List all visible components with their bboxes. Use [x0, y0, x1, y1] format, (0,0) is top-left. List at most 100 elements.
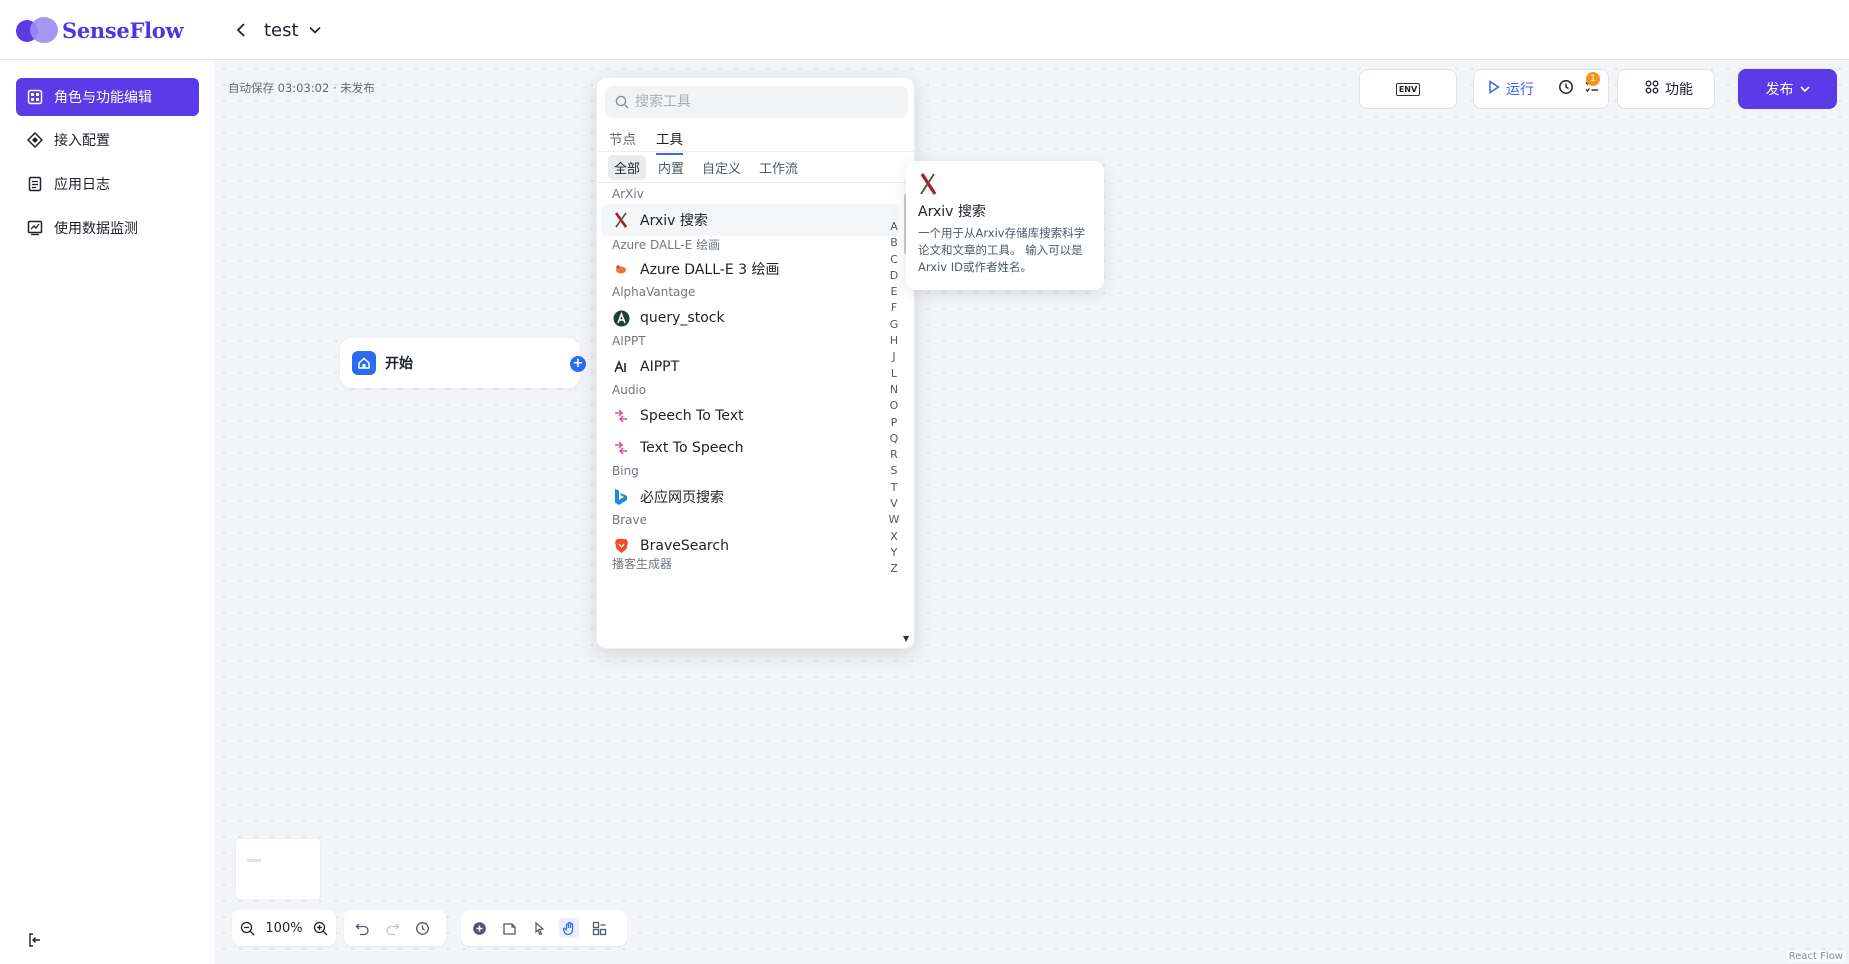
filter-builtin[interactable]: 内置: [652, 155, 690, 180]
group-label: ArXiv: [612, 187, 644, 201]
add-node-icon[interactable]: [469, 918, 489, 938]
chevron-down-icon[interactable]: [309, 18, 323, 42]
tool-item-query-stock[interactable]: query_stock: [601, 302, 899, 334]
publish-button[interactable]: 发布: [1738, 69, 1837, 109]
alphabet-letter[interactable]: Q: [888, 431, 900, 447]
alphabet-letter[interactable]: W: [888, 512, 900, 528]
scroll-down-arrow-icon[interactable]: ▼: [903, 634, 909, 643]
alphabet-letter[interactable]: S: [888, 463, 900, 479]
tool-item-arxiv[interactable]: Arxiv 搜索: [601, 204, 899, 236]
alphabet-letter[interactable]: B: [888, 235, 900, 251]
alphabet-letter[interactable]: N: [888, 382, 900, 398]
alphabet-letter[interactable]: Y: [888, 545, 900, 561]
top-header: SenseFlow test: [0, 0, 1849, 60]
left-sidebar: 角色与功能编辑 接入配置 应用日志 使用数据监测: [0, 61, 216, 964]
group-label: Bing: [612, 464, 639, 478]
apps-grid-icon: [1645, 80, 1659, 98]
tooltip-title: Arxiv 搜索: [918, 204, 986, 220]
filter-workflow[interactable]: 工作流: [753, 155, 804, 180]
tool-item-bing-search[interactable]: 必应网页搜索: [601, 481, 899, 513]
alphabet-letter[interactable]: O: [888, 398, 900, 414]
search-icon: [615, 95, 629, 109]
alphabet-letter[interactable]: L: [888, 366, 900, 382]
sidebar-item-role-editor[interactable]: 角色与功能编辑: [16, 78, 199, 116]
env-icon: ENV: [1395, 82, 1421, 96]
document-icon: [26, 175, 44, 193]
alphabet-letter[interactable]: G: [888, 317, 900, 333]
back-chevron-icon[interactable]: [236, 18, 250, 42]
logo-mark-icon: [16, 17, 58, 43]
filter-custom[interactable]: 自定义: [696, 155, 747, 180]
version-history-icon[interactable]: [412, 918, 432, 938]
zoom-level[interactable]: 100%: [265, 921, 302, 936]
arxiv-icon: [612, 211, 630, 229]
tool-item-text-to-speech[interactable]: Text To Speech: [601, 432, 899, 464]
chevron-down-icon: [1799, 85, 1810, 92]
alphabet-letter[interactable]: J: [888, 349, 900, 365]
alphabet-letter[interactable]: F: [888, 300, 900, 316]
auto-layout-icon[interactable]: [589, 918, 609, 938]
history-clock-icon[interactable]: [1558, 79, 1574, 99]
alphabet-letter[interactable]: H: [888, 333, 900, 349]
tool-item-aippt[interactable]: AIPPT: [601, 351, 899, 383]
add-node-button[interactable]: +: [570, 356, 586, 372]
tool-item-label: BraveSearch: [640, 538, 729, 554]
tool-item-azure-dalle[interactable]: Azure DALL-E 3 绘画: [601, 253, 899, 285]
tool-tooltip: Arxiv 搜索 一个用于从Arxiv存储库搜索科学论文和文章的工具。 输入可以…: [906, 161, 1104, 290]
react-flow-attribution[interactable]: React Flow: [1786, 951, 1845, 962]
filter-all[interactable]: 全部: [608, 154, 647, 180]
tool-list[interactable]: ArXiv Arxiv 搜索 Azure DALL-E 绘画 Azure DAL…: [597, 184, 900, 648]
alphabet-letter[interactable]: P: [888, 415, 900, 431]
sidebar-item-app-logs[interactable]: 应用日志: [16, 165, 199, 203]
zoom-in-icon[interactable]: [313, 918, 328, 938]
undo-icon[interactable]: [352, 918, 372, 938]
home-icon: [352, 351, 376, 375]
dalle-icon: [612, 260, 630, 278]
alphabet-letter[interactable]: C: [888, 252, 900, 268]
logout-icon[interactable]: [27, 932, 45, 950]
alphabet-index: ABCDEFGHJLNOPQRSTVWXYZ: [888, 219, 900, 578]
minimap[interactable]: [236, 839, 320, 899]
sidebar-item-access-config[interactable]: 接入配置: [16, 121, 199, 159]
group-label: AIPPT: [612, 334, 646, 348]
app-name: test: [264, 19, 299, 41]
publish-label: 发布: [1765, 82, 1794, 98]
tool-search-box: [605, 86, 908, 118]
zoom-controls: 100%: [232, 910, 336, 946]
notification-badge: 1: [1586, 72, 1600, 86]
tool-picker-popup: 节点 工具 全部 内置 自定义 工作流 ArXiv Arxiv 搜索 Azure…: [596, 77, 915, 649]
alphabet-letter[interactable]: Z: [888, 561, 900, 577]
alphabet-letter[interactable]: A: [888, 219, 900, 235]
brand-name: SenseFlow: [62, 17, 184, 43]
zoom-out-icon[interactable]: [240, 918, 255, 938]
start-node[interactable]: 开始 +: [340, 338, 586, 388]
env-button[interactable]: ENV: [1359, 69, 1457, 109]
alphabet-letter[interactable]: E: [888, 284, 900, 300]
tool-search-input[interactable]: [635, 94, 895, 110]
alphabet-letter[interactable]: T: [888, 480, 900, 496]
sidebar-item-label: 角色与功能编辑: [54, 90, 152, 106]
checklist-icon[interactable]: 1: [1584, 72, 1600, 99]
features-label: 功能: [1665, 82, 1693, 98]
app-switcher[interactable]: test: [236, 18, 323, 42]
autosave-status: 自动保存 03:03:02 · 未发布: [228, 81, 375, 95]
tool-item-label: Text To Speech: [640, 440, 744, 456]
add-note-icon[interactable]: [499, 918, 519, 938]
senseflow-logo[interactable]: SenseFlow: [16, 16, 184, 44]
bing-icon: [612, 488, 630, 506]
alphabet-letter[interactable]: V: [888, 496, 900, 512]
alphabet-letter[interactable]: X: [888, 529, 900, 545]
alphabet-letter[interactable]: D: [888, 268, 900, 284]
features-button[interactable]: 功能: [1617, 69, 1715, 109]
tool-item-speech-to-text[interactable]: Speech To Text: [601, 400, 899, 432]
redo-icon[interactable]: [382, 918, 402, 938]
run-button[interactable]: 运行: [1506, 79, 1534, 99]
hand-icon[interactable]: [559, 918, 579, 938]
pointer-icon[interactable]: [529, 918, 549, 938]
tool-filter-bar: 全部 内置 自定义 工作流: [597, 151, 914, 183]
sidebar-item-usage-monitor[interactable]: 使用数据监测: [16, 209, 199, 247]
play-icon[interactable]: [1488, 80, 1500, 98]
alphabet-letter[interactable]: R: [888, 447, 900, 463]
canvas-tools: [461, 910, 627, 946]
chart-monitor-icon: [26, 219, 44, 237]
